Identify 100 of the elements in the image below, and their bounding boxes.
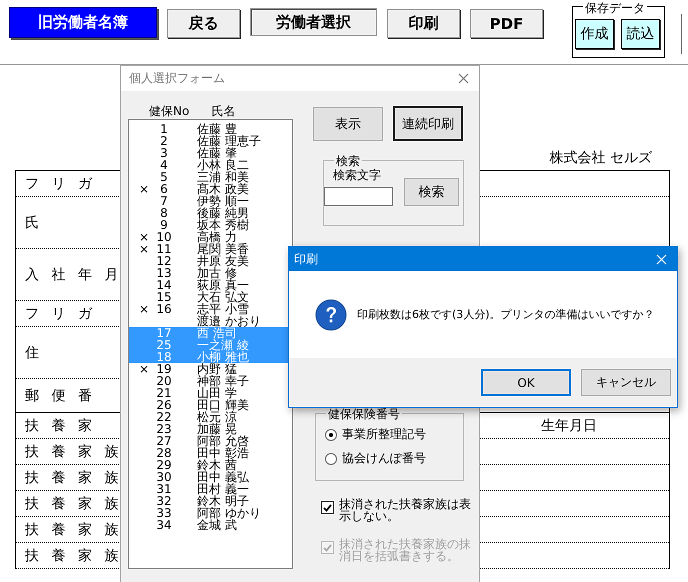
- list-item[interactable]: × 19 内野 猛: [129, 363, 292, 375]
- checkbox[interactable]: [321, 501, 334, 514]
- employee-name: 高橋 力: [197, 231, 237, 243]
- list-item[interactable]: 3 佐藤 肇: [129, 147, 292, 159]
- list-item[interactable]: 渡邉 かおり: [129, 315, 292, 327]
- employee-name: 鈴木 茜: [197, 459, 237, 471]
- toolbar-button[interactable]: 戻る: [167, 9, 240, 38]
- excluded-mark: ×: [139, 243, 150, 255]
- list-item[interactable]: × 6 髙木 政美: [129, 183, 292, 195]
- list-item[interactable]: 29 鈴木 茜: [129, 459, 292, 471]
- toolbar-button[interactable]: PDF: [470, 9, 543, 38]
- list-item[interactable]: 32 鈴木 明子: [129, 495, 292, 507]
- question-icon: [315, 298, 347, 330]
- row-label: 郵 便 番: [25, 386, 92, 404]
- group-title: 検索: [334, 153, 362, 170]
- batch-print-button[interactable]: 連続印刷: [393, 106, 463, 141]
- search-button[interactable]: 検索: [404, 178, 459, 206]
- list-item[interactable]: 12 井原 友美: [129, 255, 292, 267]
- employee-name: 内野 猛: [197, 363, 237, 375]
- list-item[interactable]: 8 後藤 純男: [129, 207, 292, 219]
- save-data-button[interactable]: 作成: [575, 19, 614, 49]
- employee-name: 一之瀬 綾: [197, 339, 250, 351]
- list-item[interactable]: 30 田中 義弘: [129, 471, 292, 483]
- employee-name: 伊勢 順一: [197, 195, 250, 207]
- employee-name: 金城 武: [197, 519, 237, 531]
- toolbar-button[interactable]: 旧労働者名簿: [9, 7, 157, 38]
- list-item[interactable]: 22 松元 涼: [129, 411, 292, 423]
- employee-name: 小林 良二: [197, 159, 250, 171]
- company-name: 株式会社 セルズ: [550, 149, 652, 168]
- list-item[interactable]: 7 伊勢 順一: [129, 195, 292, 207]
- list-item[interactable]: 4 小林 良二: [129, 159, 292, 171]
- employee-name: 神部 幸子: [197, 375, 250, 387]
- list-item[interactable]: 9 坂本 秀樹: [129, 219, 292, 231]
- field-label: 検索文字: [333, 167, 381, 184]
- list-item[interactable]: 14 荻原 真一: [129, 279, 292, 291]
- list-item[interactable]: 26 田口 輝美: [129, 399, 292, 411]
- insurance-number: 27: [155, 435, 173, 447]
- dialog-message: 印刷枚数は6枚です(3人分)。プリンタの準備はいいですか？: [357, 307, 655, 322]
- list-item[interactable]: 28 田中 彰浩: [129, 447, 292, 459]
- list-item[interactable]: 21 山田 学: [129, 387, 292, 399]
- row-label: 扶 養 家 族: [25, 468, 118, 486]
- employee-name: 阿部 ゆかり: [197, 507, 262, 519]
- check-icon: [323, 544, 332, 552]
- column-header: 生年月日: [541, 416, 597, 434]
- employee-name: 佐藤 理恵子: [197, 135, 262, 147]
- insurance-number: 29: [155, 459, 173, 471]
- employee-name: 小柳 雅也: [197, 351, 250, 363]
- list-item[interactable]: 23 加藤 晃: [129, 423, 292, 435]
- check-icon: [323, 504, 332, 512]
- employee-name: 阿部 允啓: [197, 435, 250, 447]
- list-item[interactable]: 34 金城 武: [129, 519, 292, 531]
- list-item[interactable]: × 10 高橋 力: [129, 231, 292, 243]
- employee-name: 大石 弘文: [197, 291, 250, 303]
- employee-name: 三浦 和美: [197, 171, 250, 183]
- list-item[interactable]: 27 阿部 允啓: [129, 435, 292, 447]
- dialog-button[interactable]: キャンセル: [581, 369, 671, 396]
- row-label: 扶 養 家 族: [25, 494, 118, 512]
- row-label: フ リ ガ: [25, 174, 92, 192]
- list-item[interactable]: 2 佐藤 理恵子: [129, 135, 292, 147]
- insurance-number: 26: [155, 399, 173, 411]
- toolbar-button[interactable]: 労働者選択: [250, 8, 377, 36]
- list-item[interactable]: 5 三浦 和美: [129, 171, 292, 183]
- row-label: 扶 養 家: [25, 416, 92, 434]
- insurance-number: 19: [155, 363, 173, 375]
- list-item[interactable]: × 11 尾関 美香: [129, 243, 292, 255]
- employee-name: 後藤 純男: [197, 207, 250, 219]
- list-item[interactable]: 13 加古 修: [129, 267, 292, 279]
- list-item[interactable]: 31 田村 義一: [129, 483, 292, 495]
- close-icon[interactable]: [458, 73, 469, 84]
- insurance-number: 31: [155, 483, 173, 495]
- list-item[interactable]: 15 大石 弘文: [129, 291, 292, 303]
- radio-button[interactable]: [325, 452, 337, 464]
- list-item[interactable]: 20 神部 幸子: [129, 375, 292, 387]
- search-field[interactable]: [324, 187, 393, 206]
- list-item[interactable]: 1 佐藤 豊: [129, 123, 292, 135]
- employee-name: 加藤 晃: [197, 423, 237, 435]
- dialog-button[interactable]: OK: [481, 369, 571, 396]
- employee-name: 尾関 美香: [197, 243, 250, 255]
- radio-button[interactable]: [325, 428, 337, 440]
- insurance-number: 4: [159, 159, 169, 171]
- insurance-number: 15: [155, 291, 173, 303]
- show-button[interactable]: 表示: [313, 107, 383, 141]
- excluded-mark: ×: [139, 363, 150, 375]
- employee-name: 荻原 真一: [197, 279, 250, 291]
- checkbox-label: 抹消された扶養家族は表示しない。: [339, 498, 472, 522]
- employee-name: 鈴木 明子: [197, 495, 250, 507]
- column-header: 健保No: [149, 103, 190, 120]
- employee-name: 佐藤 肇: [197, 147, 237, 159]
- employee-name: 松元 涼: [197, 411, 237, 423]
- list-item[interactable]: 33 阿部 ゆかり: [129, 507, 292, 519]
- save-data-button[interactable]: 読込: [621, 19, 660, 49]
- employee-list[interactable]: [128, 119, 293, 569]
- insurance-number: 25: [155, 339, 173, 351]
- employee-name: 山田 学: [197, 387, 237, 399]
- list-item[interactable]: × 16 志平 小雪: [129, 303, 292, 315]
- insurance-number: 14: [155, 279, 173, 291]
- insurance-number: 1: [159, 123, 169, 135]
- row-label: 扶 養 家 族: [25, 442, 118, 460]
- employee-name: 志平 小雪: [197, 303, 250, 315]
- toolbar-button[interactable]: 印刷: [387, 9, 460, 38]
